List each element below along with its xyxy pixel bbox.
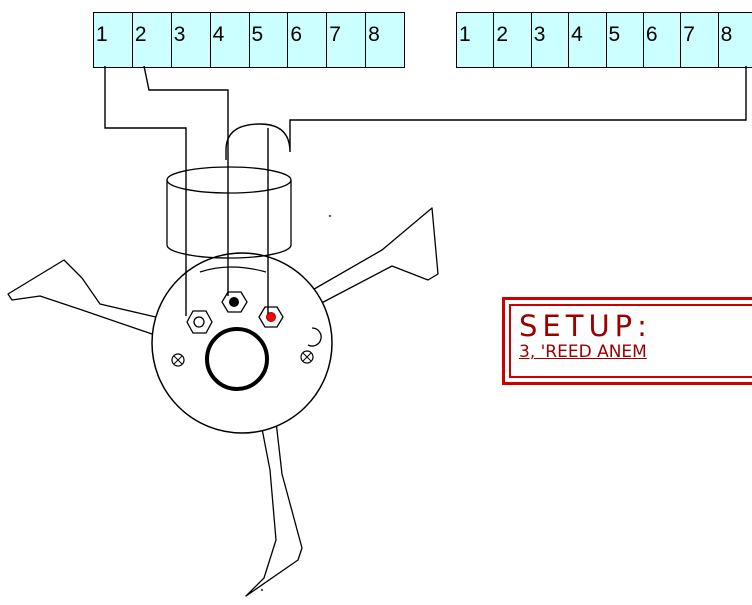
terminal-post-black xyxy=(221,291,248,313)
anemometer-hub xyxy=(151,252,333,434)
terminal-post-red xyxy=(258,306,284,328)
setup-subtitle[interactable]: 3, 'REED ANEM xyxy=(519,341,752,363)
setup-title: SETUP: xyxy=(519,309,652,343)
hub-body xyxy=(151,252,333,434)
dot xyxy=(260,588,264,592)
dot xyxy=(328,214,332,218)
terminal-post-white xyxy=(186,310,213,334)
setup-inner: SETUP: 3, 'REED ANEM xyxy=(509,304,752,378)
setup-box: SETUP: 3, 'REED ANEM xyxy=(502,297,752,385)
screw-left xyxy=(171,353,185,367)
screw-right xyxy=(300,350,314,364)
arm-right xyxy=(301,207,439,309)
arm-left xyxy=(7,259,161,335)
wire-terminal-1 xyxy=(104,66,187,316)
